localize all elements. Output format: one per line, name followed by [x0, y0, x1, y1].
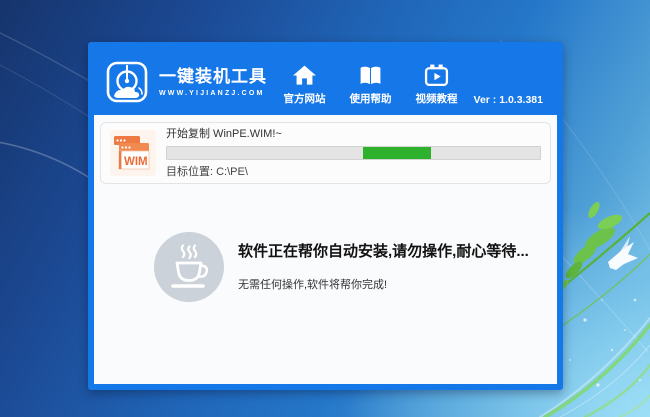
waiting-message-text: 软件正在帮你自动安装,请勿操作,耐心等待... 无需任何操作,软件将帮你完成!	[238, 243, 529, 292]
wim-file-icon: WIM	[110, 130, 156, 176]
progress-details: 开始复制 WinPE.WIM!~ 目标位置: C:\PE\	[166, 128, 541, 179]
svg-text:WIM: WIM	[124, 156, 148, 168]
waiting-subtitle: 无需任何操作,软件将帮你完成!	[238, 279, 529, 292]
book-icon	[358, 63, 383, 88]
nav-label: 视频教程	[416, 91, 458, 106]
target-location-text: 目标位置: C:\PE\	[166, 166, 541, 179]
bird-art	[608, 236, 638, 270]
progress-bar-fill	[363, 147, 431, 159]
waiting-title: 软件正在帮你自动安装,请勿操作,耐心等待...	[238, 243, 529, 261]
nav-help[interactable]: 使用帮助	[350, 63, 392, 106]
nav-video-tutorial[interactable]: 视频教程	[416, 63, 458, 106]
progress-bar-track	[166, 146, 541, 160]
app-title: 一键装机工具	[159, 67, 267, 87]
installer-window: 一键装机工具 WWW.YIJIANZJ.COM 官方网站 使用帮助	[88, 42, 563, 390]
home-icon	[292, 63, 317, 88]
waiting-message: 软件正在帮你自动安装,请勿操作,耐心等待... 无需任何操作,软件将帮你完成!	[154, 232, 557, 302]
version-label: Ver : 1.0.3.381	[474, 94, 543, 115]
coffee-badge	[154, 232, 224, 302]
window-header: 一键装机工具 WWW.YIJIANZJ.COM 官方网站 使用帮助	[94, 48, 557, 115]
header-nav: 官方网站 使用帮助 视频教程	[284, 57, 458, 106]
coffee-cup-icon	[167, 244, 211, 290]
app-subtitle-url: WWW.YIJIANZJ.COM	[159, 90, 267, 97]
nav-label: 官方网站	[284, 91, 326, 106]
app-logo-icon	[105, 60, 149, 104]
app-logo-text: 一键装机工具 WWW.YIJIANZJ.COM	[159, 67, 267, 97]
video-icon	[424, 63, 449, 88]
desktop-wallpaper: 一键装机工具 WWW.YIJIANZJ.COM 官方网站 使用帮助	[0, 0, 650, 417]
copy-status-text: 开始复制 WinPE.WIM!~	[166, 128, 541, 141]
nav-label: 使用帮助	[350, 91, 392, 106]
progress-panel: WIM 开始复制 WinPE.WIM!~ 目标位置: C:\PE\	[100, 122, 551, 184]
nav-official-site[interactable]: 官方网站	[284, 63, 326, 106]
